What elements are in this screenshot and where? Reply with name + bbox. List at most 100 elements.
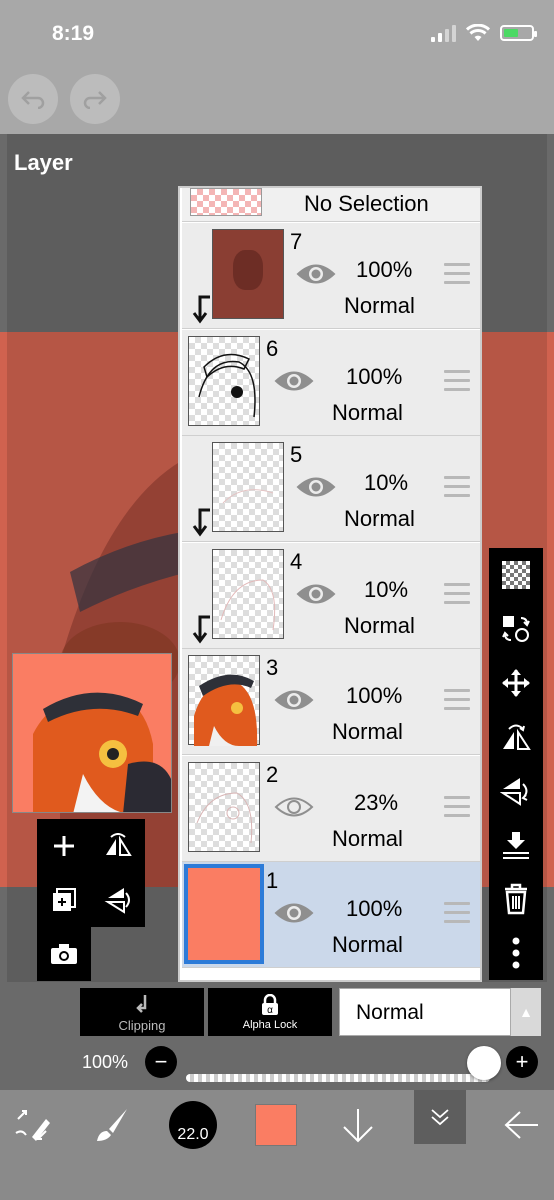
- layer-thumbnail[interactable]: [212, 229, 284, 319]
- layer-thumbnail[interactable]: [188, 655, 260, 746]
- duplicate-icon: [53, 888, 76, 911]
- opacity-slider[interactable]: [186, 1074, 490, 1082]
- layer-number: 4: [290, 548, 303, 574]
- layer-thumbnail[interactable]: [212, 548, 284, 639]
- drag-handle-icon[interactable]: [444, 369, 470, 397]
- layer-thumbnail[interactable]: [188, 761, 260, 852]
- transparency-button[interactable]: [489, 548, 543, 602]
- swap-layers-button[interactable]: [489, 602, 543, 656]
- layer-row[interactable]: 6 100% Normal: [182, 329, 480, 436]
- no-selection-label: No Selection: [304, 191, 429, 216]
- layer-row[interactable]: 4 10% Normal: [182, 542, 480, 649]
- drag-handle-icon[interactable]: [444, 263, 470, 290]
- transform-tool-icon: [15, 1110, 50, 1141]
- eye-icon[interactable]: [274, 687, 314, 713]
- trash-icon: [505, 883, 527, 915]
- layer-number: 7: [290, 229, 303, 254]
- preview-illustration: [13, 654, 171, 812]
- redo-button[interactable]: [70, 74, 120, 124]
- drag-handle-icon[interactable]: [444, 795, 470, 823]
- duplicate-layer-button[interactable]: [37, 873, 91, 927]
- alpha-lock-button[interactable]: α Alpha Lock: [208, 988, 332, 1036]
- undo-button[interactable]: [8, 74, 58, 124]
- more-options-button[interactable]: [489, 926, 543, 980]
- layer-blend-mode: Normal: [344, 506, 415, 531]
- no-selection-row[interactable]: No Selection: [182, 188, 480, 222]
- redo-icon: [83, 91, 107, 109]
- arrow-down-icon: [343, 1109, 373, 1143]
- eye-icon[interactable]: [274, 368, 314, 394]
- delete-layer-button[interactable]: [489, 872, 543, 926]
- drag-handle-icon[interactable]: [444, 582, 470, 610]
- layer-blend-mode: Normal: [332, 719, 403, 744]
- drag-handle-icon[interactable]: [444, 902, 470, 929]
- color-swatch: [255, 1104, 297, 1146]
- blend-mode-select[interactable]: Normal: [339, 988, 511, 1036]
- eye-icon[interactable]: [296, 474, 336, 500]
- layer-thumbnail[interactable]: [184, 864, 264, 964]
- merge-down-icon: [503, 832, 529, 859]
- layer-number: 5: [290, 442, 303, 467]
- camera-icon: [51, 944, 77, 964]
- plus-icon: +: [515, 1049, 529, 1074]
- color-button[interactable]: [254, 1090, 298, 1160]
- eye-icon[interactable]: [296, 581, 336, 607]
- layer-thumbnail[interactable]: [188, 335, 260, 426]
- arrow-left-icon: [504, 1111, 538, 1139]
- minus-icon: −: [154, 1049, 168, 1074]
- merge-down-button[interactable]: [489, 818, 543, 872]
- checkerboard-icon: [502, 561, 530, 589]
- blend-mode-dropdown-button[interactable]: ▲: [511, 988, 541, 1036]
- layer-opacity: 10%: [364, 470, 409, 495]
- layer-down-button[interactable]: [336, 1090, 380, 1160]
- layer-opacity: 23%: [354, 789, 399, 815]
- layer-blend-mode: Normal: [332, 399, 403, 425]
- clipping-button[interactable]: Clipping: [80, 988, 204, 1036]
- plus-icon: [54, 836, 74, 856]
- status-icons: [431, 24, 537, 42]
- main-toolbar: 22.0: [0, 1090, 554, 1200]
- eye-icon[interactable]: [274, 794, 314, 820]
- layer-opacity: 100%: [346, 363, 403, 389]
- clipping-label: Clipping: [118, 1018, 166, 1033]
- layer-number: 2: [266, 761, 279, 787]
- layer-row[interactable]: 2 23% Normal: [182, 755, 480, 862]
- flip-horizontal-button[interactable]: [489, 710, 543, 764]
- flip-layer-horizontal-button[interactable]: [91, 819, 145, 873]
- layer-list[interactable]: No Selection 7 100% Normal 6 100% Normal 5 10% N…: [178, 186, 482, 982]
- svg-text:α: α: [267, 1005, 273, 1016]
- layer-row[interactable]: 5 10% Normal: [182, 436, 480, 542]
- layer-row[interactable]: 7 100% Normal: [182, 223, 480, 329]
- eye-icon[interactable]: [274, 900, 314, 926]
- layer-number: 3: [266, 655, 279, 680]
- opacity-increase-button[interactable]: +: [506, 1046, 538, 1078]
- move-button[interactable]: [489, 656, 543, 710]
- brush-size-button[interactable]: 22.0: [166, 1090, 220, 1160]
- clipping-indicator-icon: [192, 295, 210, 324]
- canvas-preview[interactable]: [12, 653, 172, 813]
- clipping-indicator-icon: [192, 508, 210, 537]
- chevron-down-double-icon: [431, 1109, 449, 1126]
- add-layer-button[interactable]: [37, 819, 91, 873]
- flip-layer-vertical-button[interactable]: [91, 873, 145, 927]
- chevron-up-icon: ▲: [519, 1004, 533, 1020]
- camera-tool-panel: [37, 927, 91, 981]
- opacity-decrease-button[interactable]: −: [145, 1046, 177, 1078]
- layer-row[interactable]: 3 100% Normal: [182, 649, 480, 755]
- layer-blend-mode: Normal: [332, 932, 403, 957]
- flip-vertical-icon: [500, 778, 528, 806]
- layer-opacity: 100%: [346, 683, 403, 708]
- layers-button[interactable]: [414, 1090, 466, 1144]
- layer-thumbnail[interactable]: [212, 442, 284, 532]
- eye-icon[interactable]: [296, 261, 336, 287]
- layer-row[interactable]: 1 100% Normal: [182, 862, 480, 968]
- drag-handle-icon[interactable]: [444, 689, 470, 716]
- brush-tool-button[interactable]: [86, 1090, 136, 1160]
- drag-handle-icon[interactable]: [444, 476, 470, 503]
- import-photo-button[interactable]: [37, 927, 91, 981]
- flip-vertical-button[interactable]: [489, 764, 543, 818]
- tool-select-button[interactable]: [8, 1090, 56, 1160]
- back-button[interactable]: [500, 1090, 544, 1160]
- signal-icon: [431, 24, 456, 42]
- opacity-slider-handle[interactable]: [467, 1046, 501, 1080]
